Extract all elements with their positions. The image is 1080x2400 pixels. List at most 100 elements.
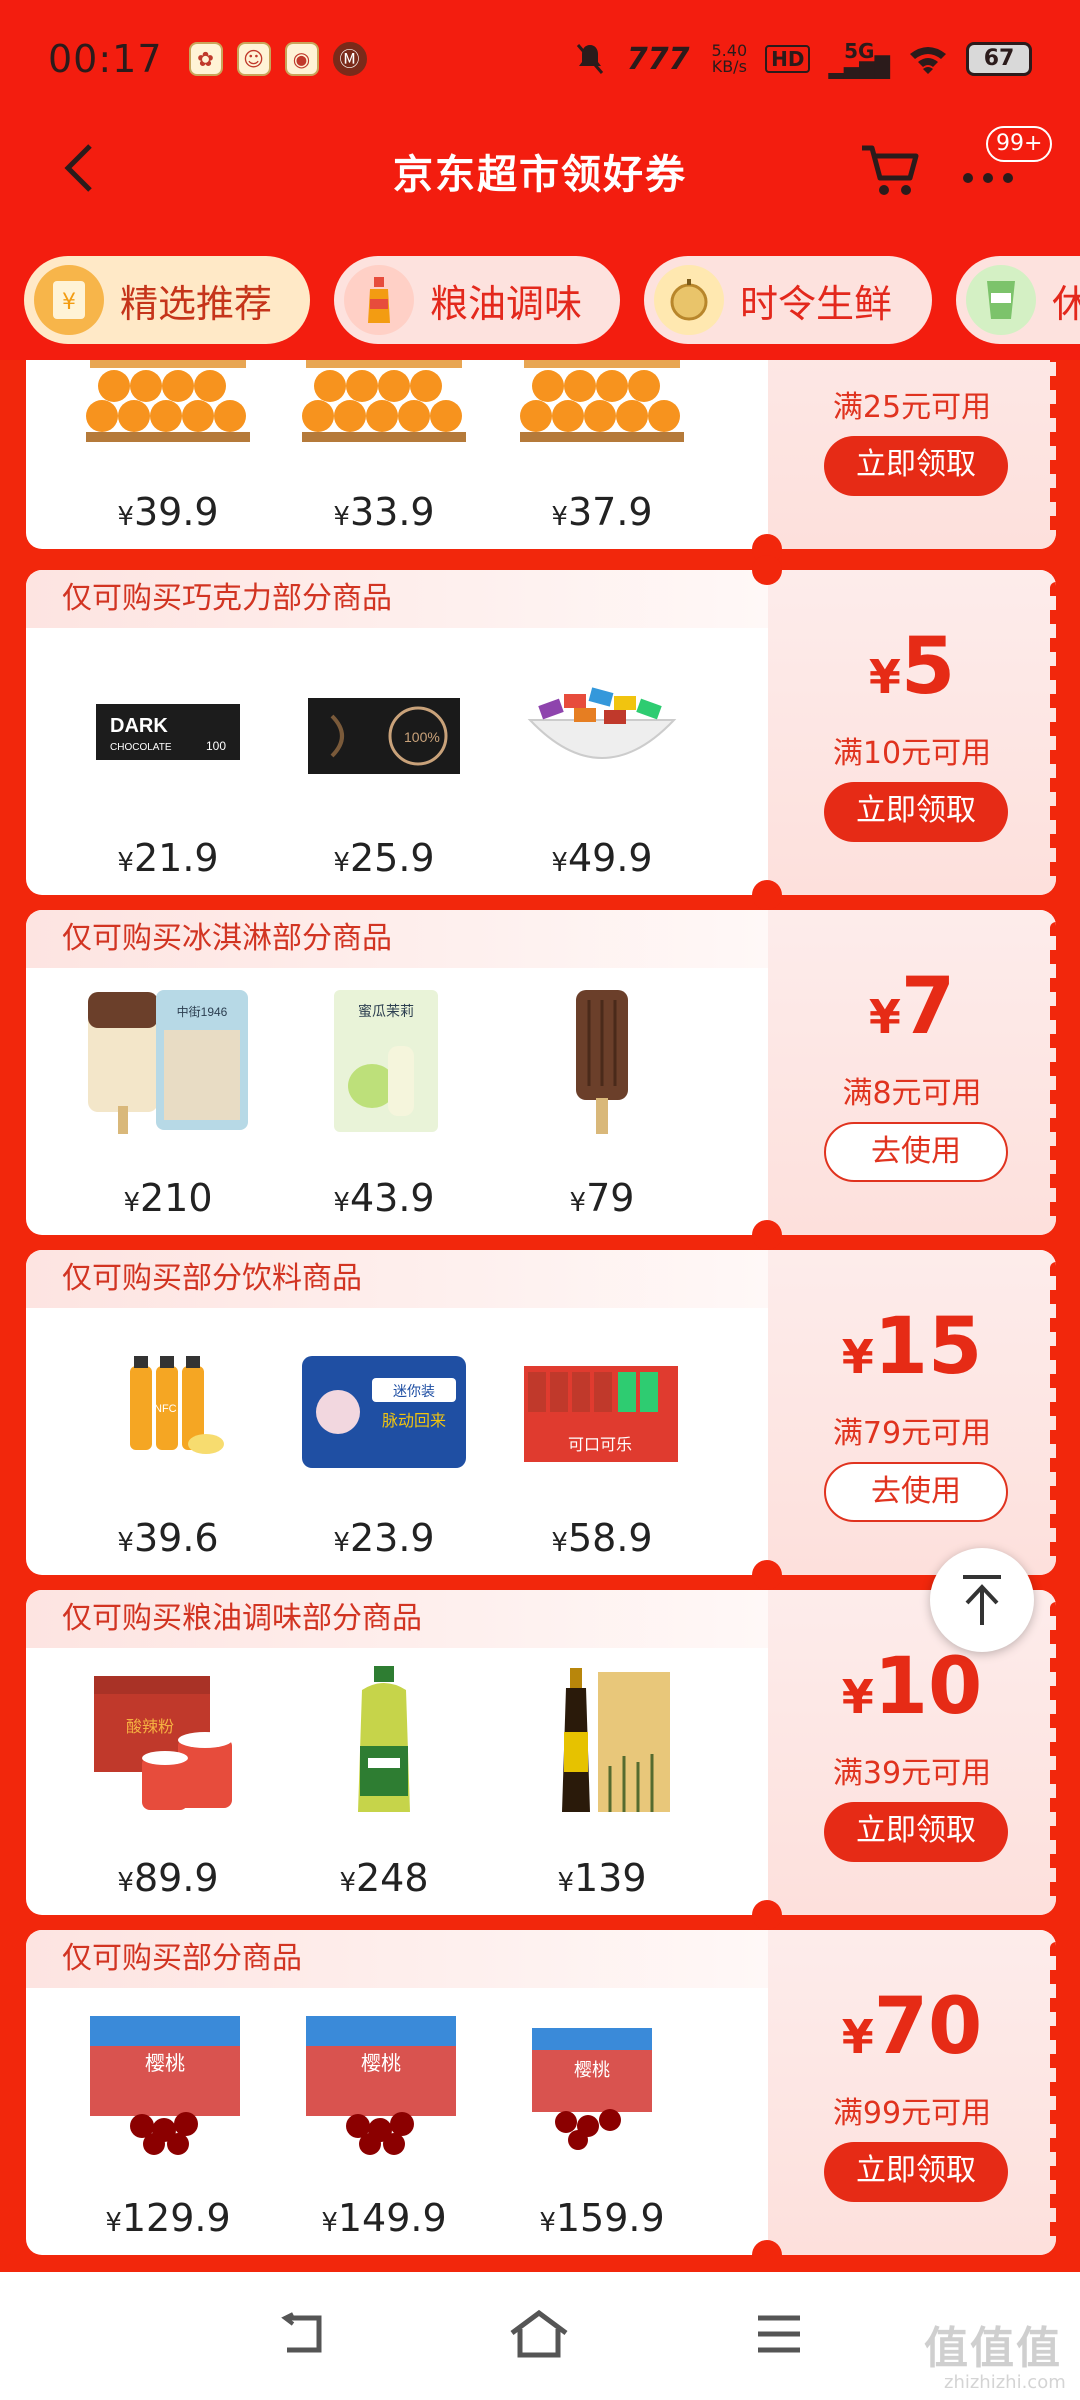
price-value: 33.9: [349, 490, 435, 534]
back-to-top-button[interactable]: [930, 1548, 1034, 1652]
return-icon: [281, 2312, 322, 2353]
tab-featured[interactable]: ¥ 精选推荐: [24, 256, 310, 344]
coupon-condition: 满99元可用: [832, 2096, 992, 2131]
notification-app-icon: ☺: [236, 42, 271, 76]
product-item[interactable]: 可口可乐 ¥58.9: [502, 1320, 702, 1570]
coupon-products: 仅可购买粮油调味部分商品 酸辣粉 ¥89.9 ¥248 ¥139: [26, 1590, 768, 1915]
svg-text:脉动回来: 脉动回来: [382, 1412, 446, 1430]
carrier-logo: 777: [626, 41, 690, 77]
product-item[interactable]: ¥33.9: [284, 360, 484, 544]
claim-coupon-button[interactable]: 立即领取: [824, 2142, 1008, 2202]
svg-text:可口可乐: 可口可乐: [568, 1436, 632, 1454]
claim-coupon-button[interactable]: 立即领取: [824, 436, 1008, 496]
product-item[interactable]: 100% ¥25.9: [284, 640, 484, 890]
product-item[interactable]: 蜜瓜茉莉 ¥43.9: [284, 980, 484, 1230]
amount-value: 5: [900, 622, 956, 712]
coupon-card: 仅可购买冰淇淋部分商品 中街1946 ¥210 蜜瓜茉莉 ¥43.9 ¥79 ¥…: [26, 910, 1056, 1235]
price-value: 159.9: [555, 2196, 665, 2240]
coupon-amount: ¥15: [768, 1302, 1056, 1392]
tab-fresh[interactable]: 时令生鲜: [644, 256, 932, 344]
candy-bowl-image: [514, 646, 690, 796]
svg-text:¥: ¥: [62, 290, 76, 315]
coupon-value-panel: 满25元可用 立即领取: [768, 360, 1056, 549]
product-price: ¥25.9: [284, 836, 484, 880]
currency-symbol: ¥: [339, 1868, 356, 1898]
currency-symbol: ¥: [333, 1528, 350, 1558]
currency-symbol: ¥: [551, 1528, 568, 1558]
product-item[interactable]: ¥39.9: [68, 360, 268, 544]
price-value: 37.9: [567, 490, 653, 534]
product-price: ¥210: [68, 1176, 268, 1220]
product-item[interactable]: ¥139: [502, 1660, 702, 1910]
price-value: 39.9: [133, 490, 219, 534]
currency-symbol: ¥: [551, 502, 568, 532]
claim-coupon-button[interactable]: 立即领取: [824, 1802, 1008, 1862]
coupon-card: ¥39.9 ¥33.9 ¥37.9 满25元可用 立即领取: [26, 360, 1056, 549]
currency-symbol: ¥: [868, 990, 901, 1044]
status-indicators: 777 5.40 KB/s HD 5G ▂▄▆█ 67: [575, 41, 1032, 77]
svg-text:酸辣粉: 酸辣粉: [126, 1718, 174, 1736]
price-value: 39.6: [133, 1516, 219, 1560]
product-item[interactable]: 樱桃 ¥159.9: [502, 2000, 702, 2250]
coupon-edge: [1050, 360, 1056, 536]
tab-label: 休: [1052, 281, 1080, 326]
system-home-button[interactable]: [504, 2304, 574, 2364]
product-price: ¥248: [284, 1856, 484, 1900]
product-price: ¥139: [502, 1856, 702, 1900]
back-button[interactable]: [52, 138, 112, 198]
svg-text:樱桃: 樱桃: [145, 2052, 185, 2075]
coupon-scope: 仅可购买粮油调味部分商品: [26, 1590, 768, 1648]
notification-app-icon: Ⓜ: [332, 42, 367, 76]
price-value: 23.9: [349, 1516, 435, 1560]
coupon-card: 仅可购买部分饮料商品 NFC ¥39.6 迷你装 脉动回来 ¥23.9 可口可乐 …: [26, 1250, 1056, 1575]
message-count-badge: 99+: [986, 126, 1053, 162]
use-coupon-button[interactable]: 去使用: [824, 1462, 1008, 1522]
coupon-value-panel: ¥70 满99元可用 立即领取: [768, 1930, 1056, 2255]
product-item[interactable]: NFC ¥39.6: [68, 1320, 268, 1570]
price-value: 58.9: [567, 1516, 653, 1560]
system-back-button[interactable]: [266, 2304, 336, 2364]
product-item[interactable]: ¥37.9: [502, 360, 702, 544]
orange-box-image: [80, 360, 256, 450]
product-item[interactable]: ¥248: [284, 1660, 484, 1910]
currency-symbol: ¥: [868, 650, 901, 704]
system-menu-button[interactable]: [744, 2304, 814, 2364]
currency-symbol: ¥: [105, 2208, 122, 2238]
product-item[interactable]: 酸辣粉 ¥89.9: [68, 1660, 268, 1910]
currency-symbol: ¥: [557, 1868, 574, 1898]
amount-value: 70: [873, 1982, 983, 2072]
mute-icon: [576, 44, 604, 74]
currency-symbol: ¥: [333, 848, 350, 878]
use-coupon-button[interactable]: 去使用: [824, 1122, 1008, 1182]
svg-text:100: 100: [206, 739, 226, 753]
product-item[interactable]: 樱桃 ¥149.9: [284, 2000, 484, 2250]
notification-app-icon: ✿: [188, 42, 223, 76]
product-item[interactable]: ¥79: [502, 980, 702, 1230]
tab-grain-oil[interactable]: 粮油调味: [334, 256, 620, 344]
product-item[interactable]: ¥49.9: [502, 640, 702, 890]
svg-text:CHOCOLATE: CHOCOLATE: [110, 742, 172, 753]
product-item[interactable]: 中街1946 ¥210: [68, 980, 268, 1230]
coupon-scope: 仅可购买部分饮料商品: [26, 1250, 768, 1308]
home-icon: [510, 2309, 568, 2358]
svg-text:DARK: DARK: [110, 715, 168, 737]
product-item[interactable]: 迷你装 脉动回来 ¥23.9: [284, 1320, 484, 1570]
status-time: 00:17: [48, 37, 163, 81]
price-value: 210: [140, 1176, 213, 1220]
price-value: 25.9: [349, 836, 435, 880]
product-price: ¥149.9: [284, 2196, 484, 2240]
claim-coupon-button[interactable]: 立即领取: [824, 782, 1008, 842]
coupon-value-panel: ¥5 满10元可用 立即领取: [768, 570, 1056, 895]
product-item[interactable]: 樱桃 ¥129.9: [68, 2000, 268, 2250]
product-price: ¥43.9: [284, 1176, 484, 1220]
tab-snacks[interactable]: 休: [956, 256, 1080, 344]
product-price: ¥23.9: [284, 1516, 484, 1560]
coupon-amount: ¥70: [768, 1982, 1056, 2072]
battery-indicator: 67: [966, 42, 1032, 76]
product-item[interactable]: DARK CHOCOLATE 100 ¥21.9: [68, 640, 268, 890]
tab-label: 粮油调味: [430, 281, 583, 326]
coupon-notch: [752, 1900, 782, 1930]
cart-button[interactable]: [858, 140, 922, 200]
coupon-condition: 满39元可用: [832, 1756, 992, 1791]
cart-icon: [862, 145, 919, 195]
